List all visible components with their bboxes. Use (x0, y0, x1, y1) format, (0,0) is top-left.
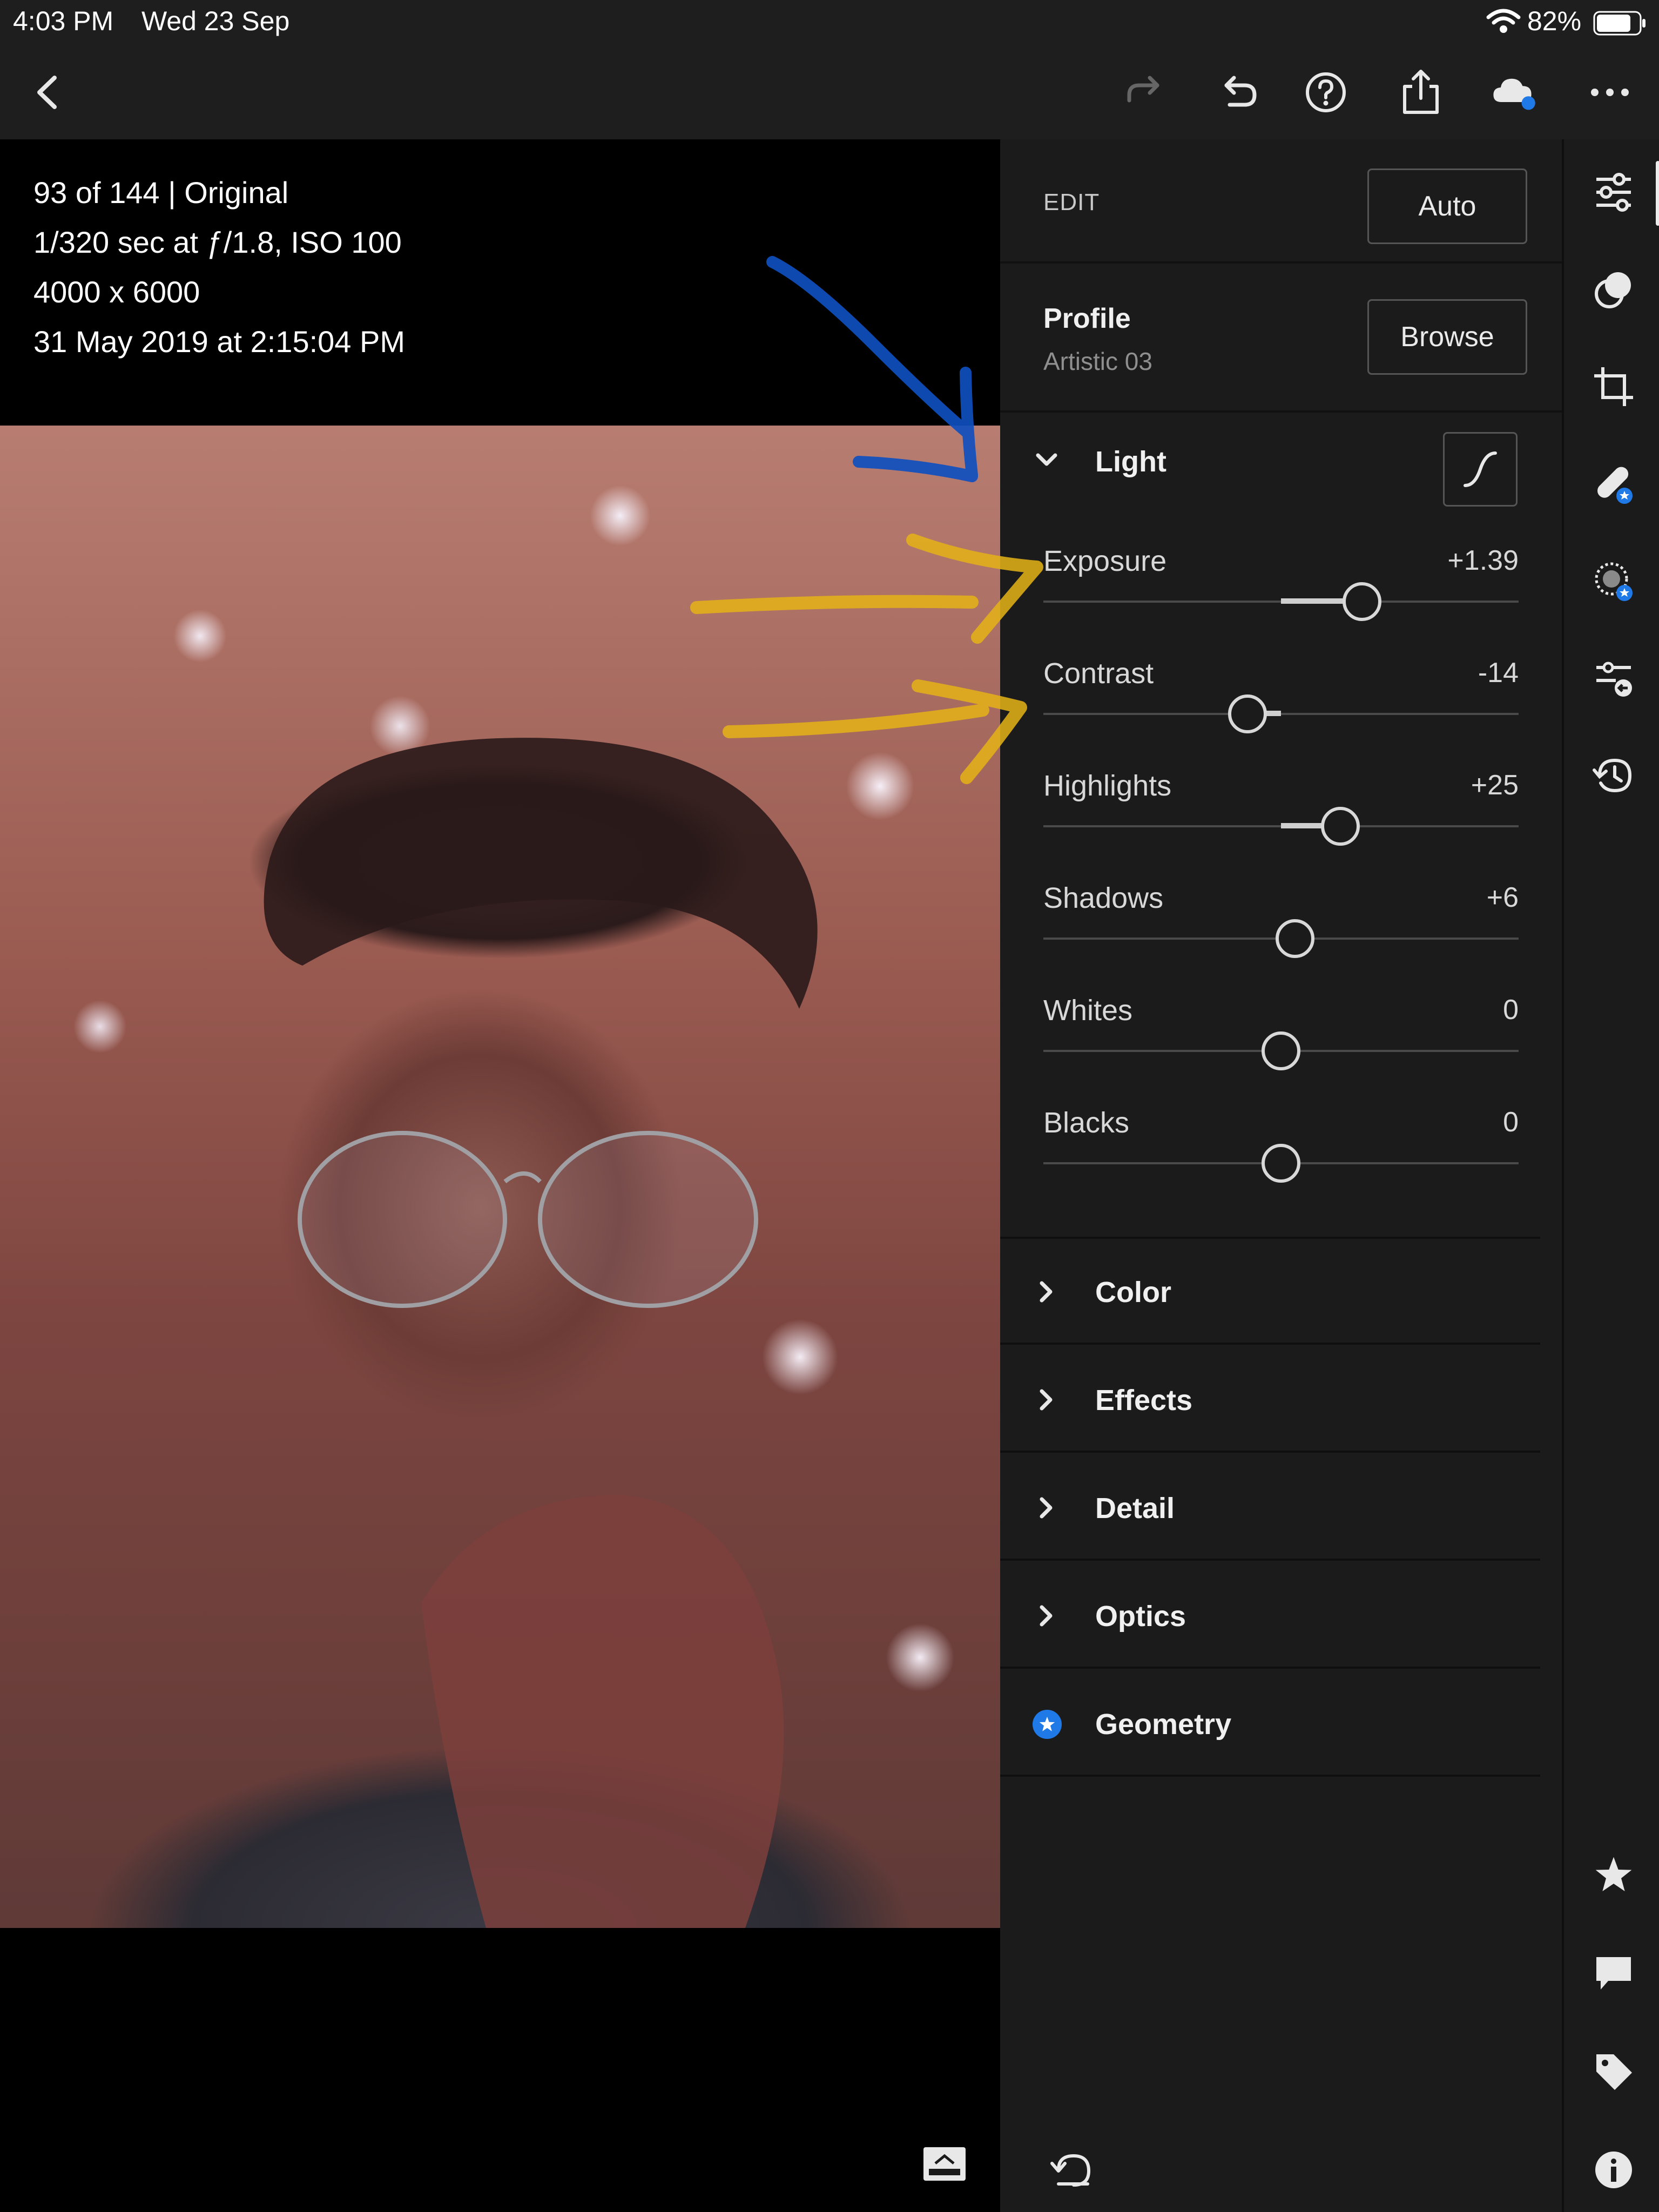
slider-value[interactable]: 0 (1503, 1106, 1519, 1138)
filmstrip-toggle-icon[interactable] (921, 2145, 968, 2183)
browse-button[interactable]: Browse (1367, 299, 1527, 375)
reset-icon[interactable] (1049, 2148, 1097, 2191)
active-tool-indicator (1656, 161, 1659, 226)
photo-info-count: 93 of 144 | Original (33, 176, 289, 210)
versions-icon[interactable] (1588, 652, 1640, 704)
share-icon[interactable] (1397, 68, 1445, 117)
slider-value[interactable]: 0 (1503, 994, 1519, 1026)
slider-whites[interactable]: Whites 0 (1043, 994, 1519, 1107)
slider-value[interactable]: -14 (1478, 657, 1519, 689)
detail-section[interactable]: Detail (1000, 1455, 1540, 1561)
history-icon[interactable] (1588, 750, 1640, 801)
masking-icon[interactable] (1588, 555, 1640, 607)
photo-preview[interactable] (0, 426, 1000, 1928)
slider-thumb[interactable] (1262, 1031, 1300, 1070)
tool-rail (1562, 139, 1659, 2212)
photo-info-dimensions: 4000 x 6000 (33, 275, 200, 309)
photo-area: 93 of 144 | Original 1/320 sec at ƒ/1.8,… (0, 139, 1000, 2212)
slider-value[interactable]: +1.39 (1447, 544, 1519, 577)
slider-label: Shadows (1043, 882, 1164, 914)
back-chevron-icon[interactable] (24, 68, 72, 117)
tone-curve-icon (1464, 451, 1497, 487)
slider-label: Whites (1043, 994, 1133, 1027)
slider-thumb[interactable] (1262, 1144, 1300, 1183)
photo-info-exposure: 1/320 sec at ƒ/1.8, ISO 100 (33, 225, 402, 259)
slider-contrast[interactable]: Contrast -14 (1043, 657, 1519, 770)
effects-title: Effects (1095, 1384, 1193, 1417)
edit-sliders-icon[interactable] (1588, 166, 1640, 218)
tone-curve-button[interactable] (1443, 432, 1518, 507)
battery-percent: 82% (1527, 6, 1582, 36)
photo-info-date: 31 May 2019 at 2:15:04 PM (33, 325, 405, 359)
status-date: Wed 23 Sep (141, 6, 290, 36)
slider-thumb[interactable] (1321, 807, 1360, 846)
slider-highlights[interactable]: Highlights +25 (1043, 769, 1519, 882)
profile-title: Profile (1043, 303, 1131, 334)
profile-section: Profile Artistic 03 Browse (1000, 266, 1562, 413)
tag-icon[interactable] (1588, 2046, 1640, 2098)
slider-shadows[interactable]: Shadows +6 (1043, 881, 1519, 995)
wifi-icon (1486, 9, 1521, 33)
chevron-right-icon (1030, 1384, 1063, 1416)
color-section[interactable]: Color (1000, 1239, 1540, 1345)
edit-panel-header: EDIT Auto (1000, 139, 1562, 264)
geometry-title: Geometry (1095, 1708, 1232, 1741)
slider-value[interactable]: +25 (1471, 769, 1519, 801)
battery-icon (1593, 11, 1645, 36)
slider-thumb[interactable] (1228, 694, 1267, 733)
color-title: Color (1095, 1276, 1171, 1309)
more-icon[interactable] (1586, 68, 1634, 117)
optics-section[interactable]: Optics (1000, 1563, 1540, 1669)
slider-blacks[interactable]: Blacks 0 (1043, 1106, 1519, 1219)
effects-section[interactable]: Effects (1000, 1347, 1540, 1453)
detail-title: Detail (1095, 1492, 1175, 1525)
slider-label: Exposure (1043, 545, 1167, 577)
help-icon[interactable] (1301, 68, 1350, 117)
star-icon[interactable] (1588, 1849, 1640, 1901)
light-section-header[interactable]: Light (1000, 415, 1562, 507)
profile-value[interactable]: Artistic 03 (1043, 347, 1152, 376)
chevron-right-icon (1030, 1600, 1063, 1632)
status-bar: 4:03 PM Wed 23 Sep 82% (0, 0, 1659, 43)
optics-title: Optics (1095, 1600, 1186, 1633)
crop-icon[interactable] (1588, 361, 1640, 413)
chevron-right-icon (1030, 1276, 1063, 1308)
presets-icon[interactable] (1588, 264, 1640, 315)
slider-value[interactable]: +6 (1487, 881, 1519, 914)
slider-thumb[interactable] (1276, 919, 1315, 958)
healing-icon[interactable] (1588, 458, 1640, 510)
edit-label: EDIT (1043, 189, 1100, 215)
comment-icon[interactable] (1588, 1947, 1640, 1999)
undo-icon[interactable] (1215, 68, 1264, 117)
slider-thumb[interactable] (1342, 582, 1381, 621)
edit-panel: EDIT Auto Profile Artistic 03 Browse Lig… (1000, 139, 1562, 2212)
slider-label: Blacks (1043, 1107, 1130, 1139)
slider-track[interactable] (1043, 713, 1519, 715)
chevron-right-icon (1030, 1492, 1063, 1524)
auto-button[interactable]: Auto (1367, 168, 1527, 244)
slider-label: Contrast (1043, 657, 1154, 690)
redo-icon[interactable] (1120, 68, 1169, 117)
geometry-section[interactable]: Geometry (1000, 1671, 1540, 1777)
slider-exposure[interactable]: Exposure +1.39 (1043, 544, 1519, 658)
status-time: 4:03 PM (13, 6, 114, 36)
top-toolbar (0, 43, 1659, 139)
cloud-sync-icon[interactable] (1491, 68, 1539, 117)
chevron-down-icon (1030, 444, 1063, 476)
info-icon[interactable] (1588, 2144, 1640, 2196)
slider-label: Highlights (1043, 770, 1172, 802)
light-title: Light (1095, 446, 1166, 478)
premium-star-icon (1033, 1710, 1062, 1739)
